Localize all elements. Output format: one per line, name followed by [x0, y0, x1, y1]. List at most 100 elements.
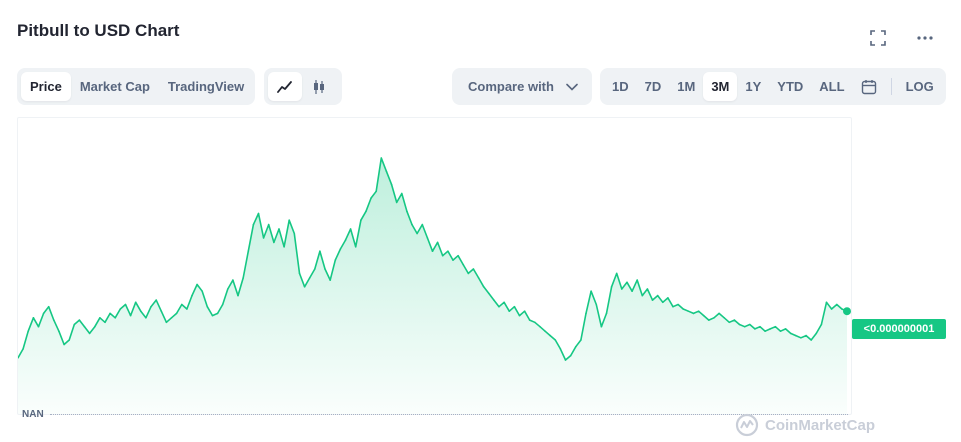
price-point — [227, 288, 229, 290]
price-point — [354, 246, 357, 248]
price-point — [53, 319, 55, 321]
price-point — [441, 254, 444, 257]
chart-type-tabs: Price Market Cap TradingView — [17, 68, 255, 105]
tab-price[interactable]: Price — [21, 72, 71, 101]
price-point — [682, 308, 684, 310]
price-point — [641, 294, 644, 297]
price-point — [841, 308, 843, 310]
line-chart-button[interactable] — [268, 72, 302, 101]
price-point — [221, 303, 224, 306]
price-point — [523, 310, 526, 312]
price-point — [702, 314, 705, 317]
candlestick-chart-button[interactable] — [302, 72, 336, 101]
price-point — [718, 312, 720, 315]
price-point — [237, 294, 239, 297]
price-point — [293, 232, 296, 235]
price-point — [651, 299, 654, 301]
price-chart[interactable] — [17, 117, 852, 415]
range-ytd[interactable]: YTD — [769, 72, 811, 101]
price-point — [431, 250, 434, 252]
price-point — [94, 325, 96, 328]
tab-tradingview[interactable]: TradingView — [159, 72, 253, 101]
chevron-down-icon — [566, 83, 578, 91]
price-point — [447, 250, 449, 252]
price-point — [636, 279, 638, 281]
price-point — [252, 223, 255, 226]
price-point — [37, 325, 40, 328]
price-point — [610, 286, 613, 288]
price-point — [549, 334, 551, 337]
price-point — [406, 210, 408, 213]
price-point — [513, 305, 516, 308]
price-point — [160, 310, 163, 312]
last-price-dot — [843, 307, 851, 316]
fullscreen-icon[interactable] — [868, 28, 888, 48]
line-chart-icon — [277, 80, 292, 93]
compare-with-dropdown[interactable]: Compare with — [452, 68, 592, 105]
range-1m[interactable]: 1M — [669, 72, 703, 101]
price-point — [595, 303, 598, 306]
price-point — [170, 317, 173, 319]
log-scale-toggle[interactable]: LOG — [898, 72, 942, 101]
range-all[interactable]: ALL — [811, 72, 852, 101]
price-point — [626, 281, 628, 284]
price-point — [769, 328, 771, 330]
price-point — [472, 268, 475, 270]
price-point — [201, 290, 203, 292]
price-point — [63, 343, 65, 346]
price-point — [129, 314, 132, 317]
price-point — [319, 250, 321, 252]
price-point — [554, 339, 557, 341]
price-point — [723, 317, 725, 319]
more-icon[interactable] — [915, 28, 935, 48]
price-point — [273, 241, 275, 244]
range-7d[interactable]: 7D — [637, 72, 670, 101]
price-point — [477, 277, 480, 279]
chart-view-toggle — [264, 68, 342, 105]
price-point — [503, 301, 505, 304]
price-point — [498, 305, 500, 308]
price-point — [104, 321, 106, 324]
price-point — [738, 323, 741, 326]
price-point — [334, 259, 337, 261]
price-point — [395, 201, 398, 204]
price-point — [324, 268, 326, 270]
price-point — [733, 319, 736, 321]
price-point — [789, 332, 792, 335]
price-point — [774, 325, 777, 328]
price-point — [631, 290, 633, 292]
price-point — [615, 272, 618, 275]
price-point — [370, 197, 372, 199]
price-point — [795, 334, 797, 337]
range-1d[interactable]: 1D — [604, 72, 637, 101]
price-point — [600, 325, 603, 328]
range-1y[interactable]: 1Y — [737, 72, 769, 101]
price-point — [605, 312, 608, 315]
price-chart-svg — [18, 157, 851, 414]
date-picker-button[interactable] — [853, 72, 885, 101]
time-range-tabs: 1D 7D 1M 3M 1Y YTD ALL LOG — [600, 68, 946, 105]
price-point — [708, 319, 710, 321]
price-point — [493, 299, 495, 301]
price-point — [656, 294, 659, 297]
price-point — [820, 323, 823, 326]
price-point — [99, 317, 101, 319]
price-point — [242, 277, 244, 279]
range-3m[interactable]: 3M — [703, 72, 738, 101]
watermark-text: CoinMarketCap — [765, 416, 876, 434]
price-point — [662, 301, 664, 304]
price-point — [534, 321, 536, 324]
price-point — [344, 239, 347, 241]
price-point — [457, 254, 459, 257]
price-point — [380, 157, 383, 159]
price-point — [467, 272, 470, 275]
tab-market-cap[interactable]: Market Cap — [71, 72, 159, 101]
price-point — [754, 328, 756, 330]
price-point — [145, 317, 147, 319]
price-point — [58, 330, 60, 332]
price-point — [32, 317, 35, 319]
price-point — [262, 237, 265, 239]
price-point — [390, 183, 393, 186]
price-point — [544, 330, 546, 332]
price-point — [416, 232, 418, 235]
